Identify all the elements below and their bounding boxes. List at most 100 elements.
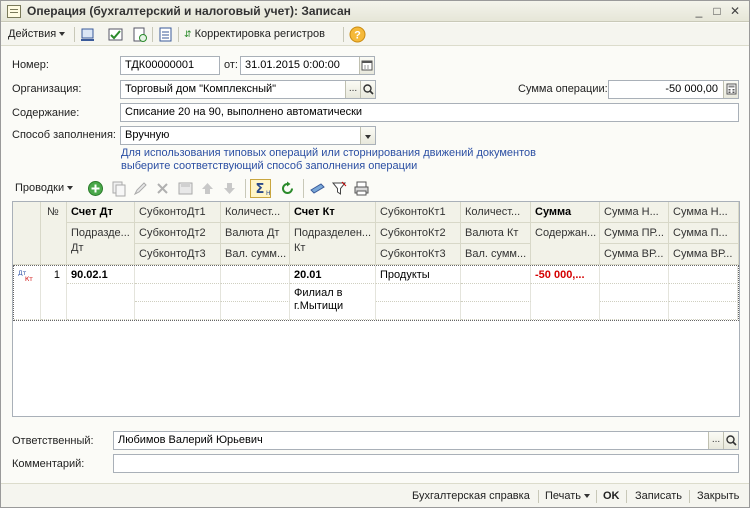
col-header-sum-pr2[interactable]: Сумма П... — [669, 223, 739, 244]
delete-row-icon[interactable] — [154, 180, 171, 197]
post-and-close-button[interactable] — [79, 26, 96, 43]
sum-toggle-icon[interactable]: ΣH — [250, 179, 271, 198]
content-field[interactable]: Списание 20 на 90, выполнено автоматичес… — [120, 103, 739, 122]
table-row[interactable]: Дт Кт 1 90.02.1 20.01 Филиал в г.Мытищи П… — [13, 265, 739, 321]
magnifier-icon — [362, 84, 374, 95]
row-num: 1 — [41, 266, 67, 320]
save-button[interactable]: Записать — [635, 488, 682, 504]
move-up-icon[interactable] — [199, 180, 216, 197]
row-currency-dt[interactable] — [221, 284, 290, 302]
col-header-sum-pr1[interactable]: Сумма ПР... — [600, 223, 669, 244]
row-currency-kt[interactable] — [461, 284, 531, 302]
col-header-subdt2[interactable]: СубконтоДт2 — [135, 223, 221, 244]
row-qty-dt[interactable] — [221, 266, 290, 284]
col-header-qty-kt[interactable]: Количест... — [461, 202, 531, 223]
col-header-sum-n2[interactable]: Сумма Н... — [669, 202, 739, 223]
row-qty-kt[interactable] — [461, 266, 531, 284]
add-row-icon[interactable] — [87, 180, 104, 197]
col-header-dt-division[interactable]: Подразде... Дт — [67, 223, 135, 265]
row-content[interactable] — [531, 284, 600, 320]
responsible-open-button[interactable] — [723, 432, 738, 449]
row-sum-pr1[interactable] — [600, 284, 669, 302]
responsible-field[interactable]: Любимов Валерий Юрьевич ... — [113, 431, 739, 450]
row-subdt3[interactable] — [135, 302, 221, 320]
date-field[interactable]: 31.01.2015 0:00:00 — [240, 56, 375, 75]
unpost-button[interactable] — [131, 26, 148, 43]
col-header-subkt1[interactable]: СубконтоКт1 — [376, 202, 461, 223]
row-valsum-dt[interactable] — [221, 302, 290, 320]
col-header-dt-account[interactable]: Счет Дт — [67, 202, 135, 223]
post-button[interactable] — [107, 26, 124, 43]
responsible-select-button[interactable]: ... — [708, 432, 723, 449]
row-sum[interactable]: -50 000,... — [531, 266, 600, 284]
filter-icon[interactable] — [331, 180, 348, 197]
row-subdt2[interactable] — [135, 284, 221, 302]
row-subkt2[interactable] — [376, 284, 461, 302]
register-correction-label: Корректировка регистров — [194, 28, 325, 40]
refresh-icon[interactable] — [279, 180, 296, 197]
organization-open-button[interactable] — [360, 81, 375, 98]
row-subdt1[interactable] — [135, 266, 221, 284]
row-sum-pr2[interactable] — [669, 284, 738, 302]
row-sum-vr2[interactable] — [669, 302, 738, 320]
ok-button[interactable]: OK — [603, 488, 620, 504]
sum-field[interactable]: -50 000,00 — [608, 80, 739, 99]
col-header-subkt3[interactable]: СубконтоКт3 — [376, 244, 461, 265]
organization-select-button[interactable]: ... — [345, 81, 360, 98]
col-header-sum-vr2[interactable]: Сумма ВР... — [669, 244, 739, 265]
postings-table[interactable]: № Счет Дт Подразде... Дт СубконтоДт1 Суб… — [12, 201, 740, 417]
magnifier-icon — [725, 435, 737, 446]
row-valsum-kt[interactable] — [461, 302, 531, 320]
row-sum-n1[interactable] — [600, 266, 669, 284]
col-header-sum[interactable]: Сумма — [531, 202, 600, 223]
col-header-subdt1[interactable]: СубконтоДт1 — [135, 202, 221, 223]
toolbar-separator — [303, 179, 304, 198]
fill-column-icon[interactable] — [309, 180, 326, 197]
actions-menu-button[interactable]: Действия — [8, 26, 66, 43]
col-header-subkt2[interactable]: СубконтоКт2 — [376, 223, 461, 244]
col-header-currency-dt[interactable]: Валюта Дт — [221, 223, 290, 244]
col-header-num[interactable]: № — [41, 202, 67, 265]
row-sum-n2[interactable] — [669, 266, 738, 284]
row-subkt1[interactable]: Продукты — [376, 266, 461, 284]
row-dt-account[interactable]: 90.02.1 — [67, 266, 135, 284]
postings-menu-button[interactable]: Проводки — [15, 180, 74, 197]
close-button[interactable]: Закрыть — [697, 488, 739, 504]
col-header-content[interactable]: Содержан... — [531, 223, 600, 265]
col-header-kt-account[interactable]: Счет Кт — [290, 202, 376, 223]
maximize-button[interactable]: □ — [709, 4, 725, 19]
number-field[interactable]: ТДК00000001 — [120, 56, 220, 75]
print-button[interactable]: Печать — [545, 488, 591, 504]
minimize-button[interactable]: _ — [691, 4, 707, 19]
row-kt-division[interactable]: Филиал в г.Мытищи — [290, 284, 376, 320]
col-header-currency-kt[interactable]: Валюта Кт — [461, 223, 531, 244]
col-header-valsum-kt[interactable]: Вал. сумм... — [461, 244, 531, 265]
end-edit-icon[interactable] — [177, 180, 194, 197]
move-down-icon[interactable] — [221, 180, 238, 197]
col-header-subdt3[interactable]: СубконтоДт3 — [135, 244, 221, 265]
col-header-sum-n1[interactable]: Сумма Н... — [600, 202, 669, 223]
row-kt-account[interactable]: 20.01 — [290, 266, 376, 284]
fill-method-dropdown-button[interactable] — [360, 127, 375, 144]
calculator-button[interactable] — [723, 81, 738, 98]
row-dt-division[interactable] — [67, 284, 135, 320]
fill-method-select[interactable]: Вручную — [120, 126, 376, 145]
col-header-valsum-dt[interactable]: Вал. сумм... — [221, 244, 290, 265]
help-button[interactable]: ? — [349, 26, 366, 43]
structure-button[interactable] — [157, 26, 174, 43]
row-sum-vr1[interactable] — [600, 302, 669, 320]
copy-row-icon[interactable] — [110, 180, 127, 197]
organization-field[interactable]: Торговый дом "Комплексный" ... — [120, 80, 376, 99]
comment-field[interactable] — [113, 454, 739, 473]
col-header-qty-dt[interactable]: Количест... — [221, 202, 290, 223]
responsible-label: Ответственный: — [12, 435, 94, 447]
close-window-button[interactable]: ✕ — [727, 4, 743, 19]
row-subkt3[interactable] — [376, 302, 461, 320]
register-correction-button[interactable]: ⇵ Корректировка регистров — [184, 26, 325, 43]
accounting-report-button[interactable]: Бухгалтерская справка — [412, 488, 530, 504]
calendar-button[interactable] — [359, 57, 374, 74]
edit-row-icon[interactable] — [132, 180, 149, 197]
col-header-sum-vr1[interactable]: Сумма ВР... — [600, 244, 669, 265]
print-grid-icon[interactable] — [353, 180, 370, 197]
col-header-kt-division[interactable]: Подразделен... Кт — [290, 223, 376, 265]
